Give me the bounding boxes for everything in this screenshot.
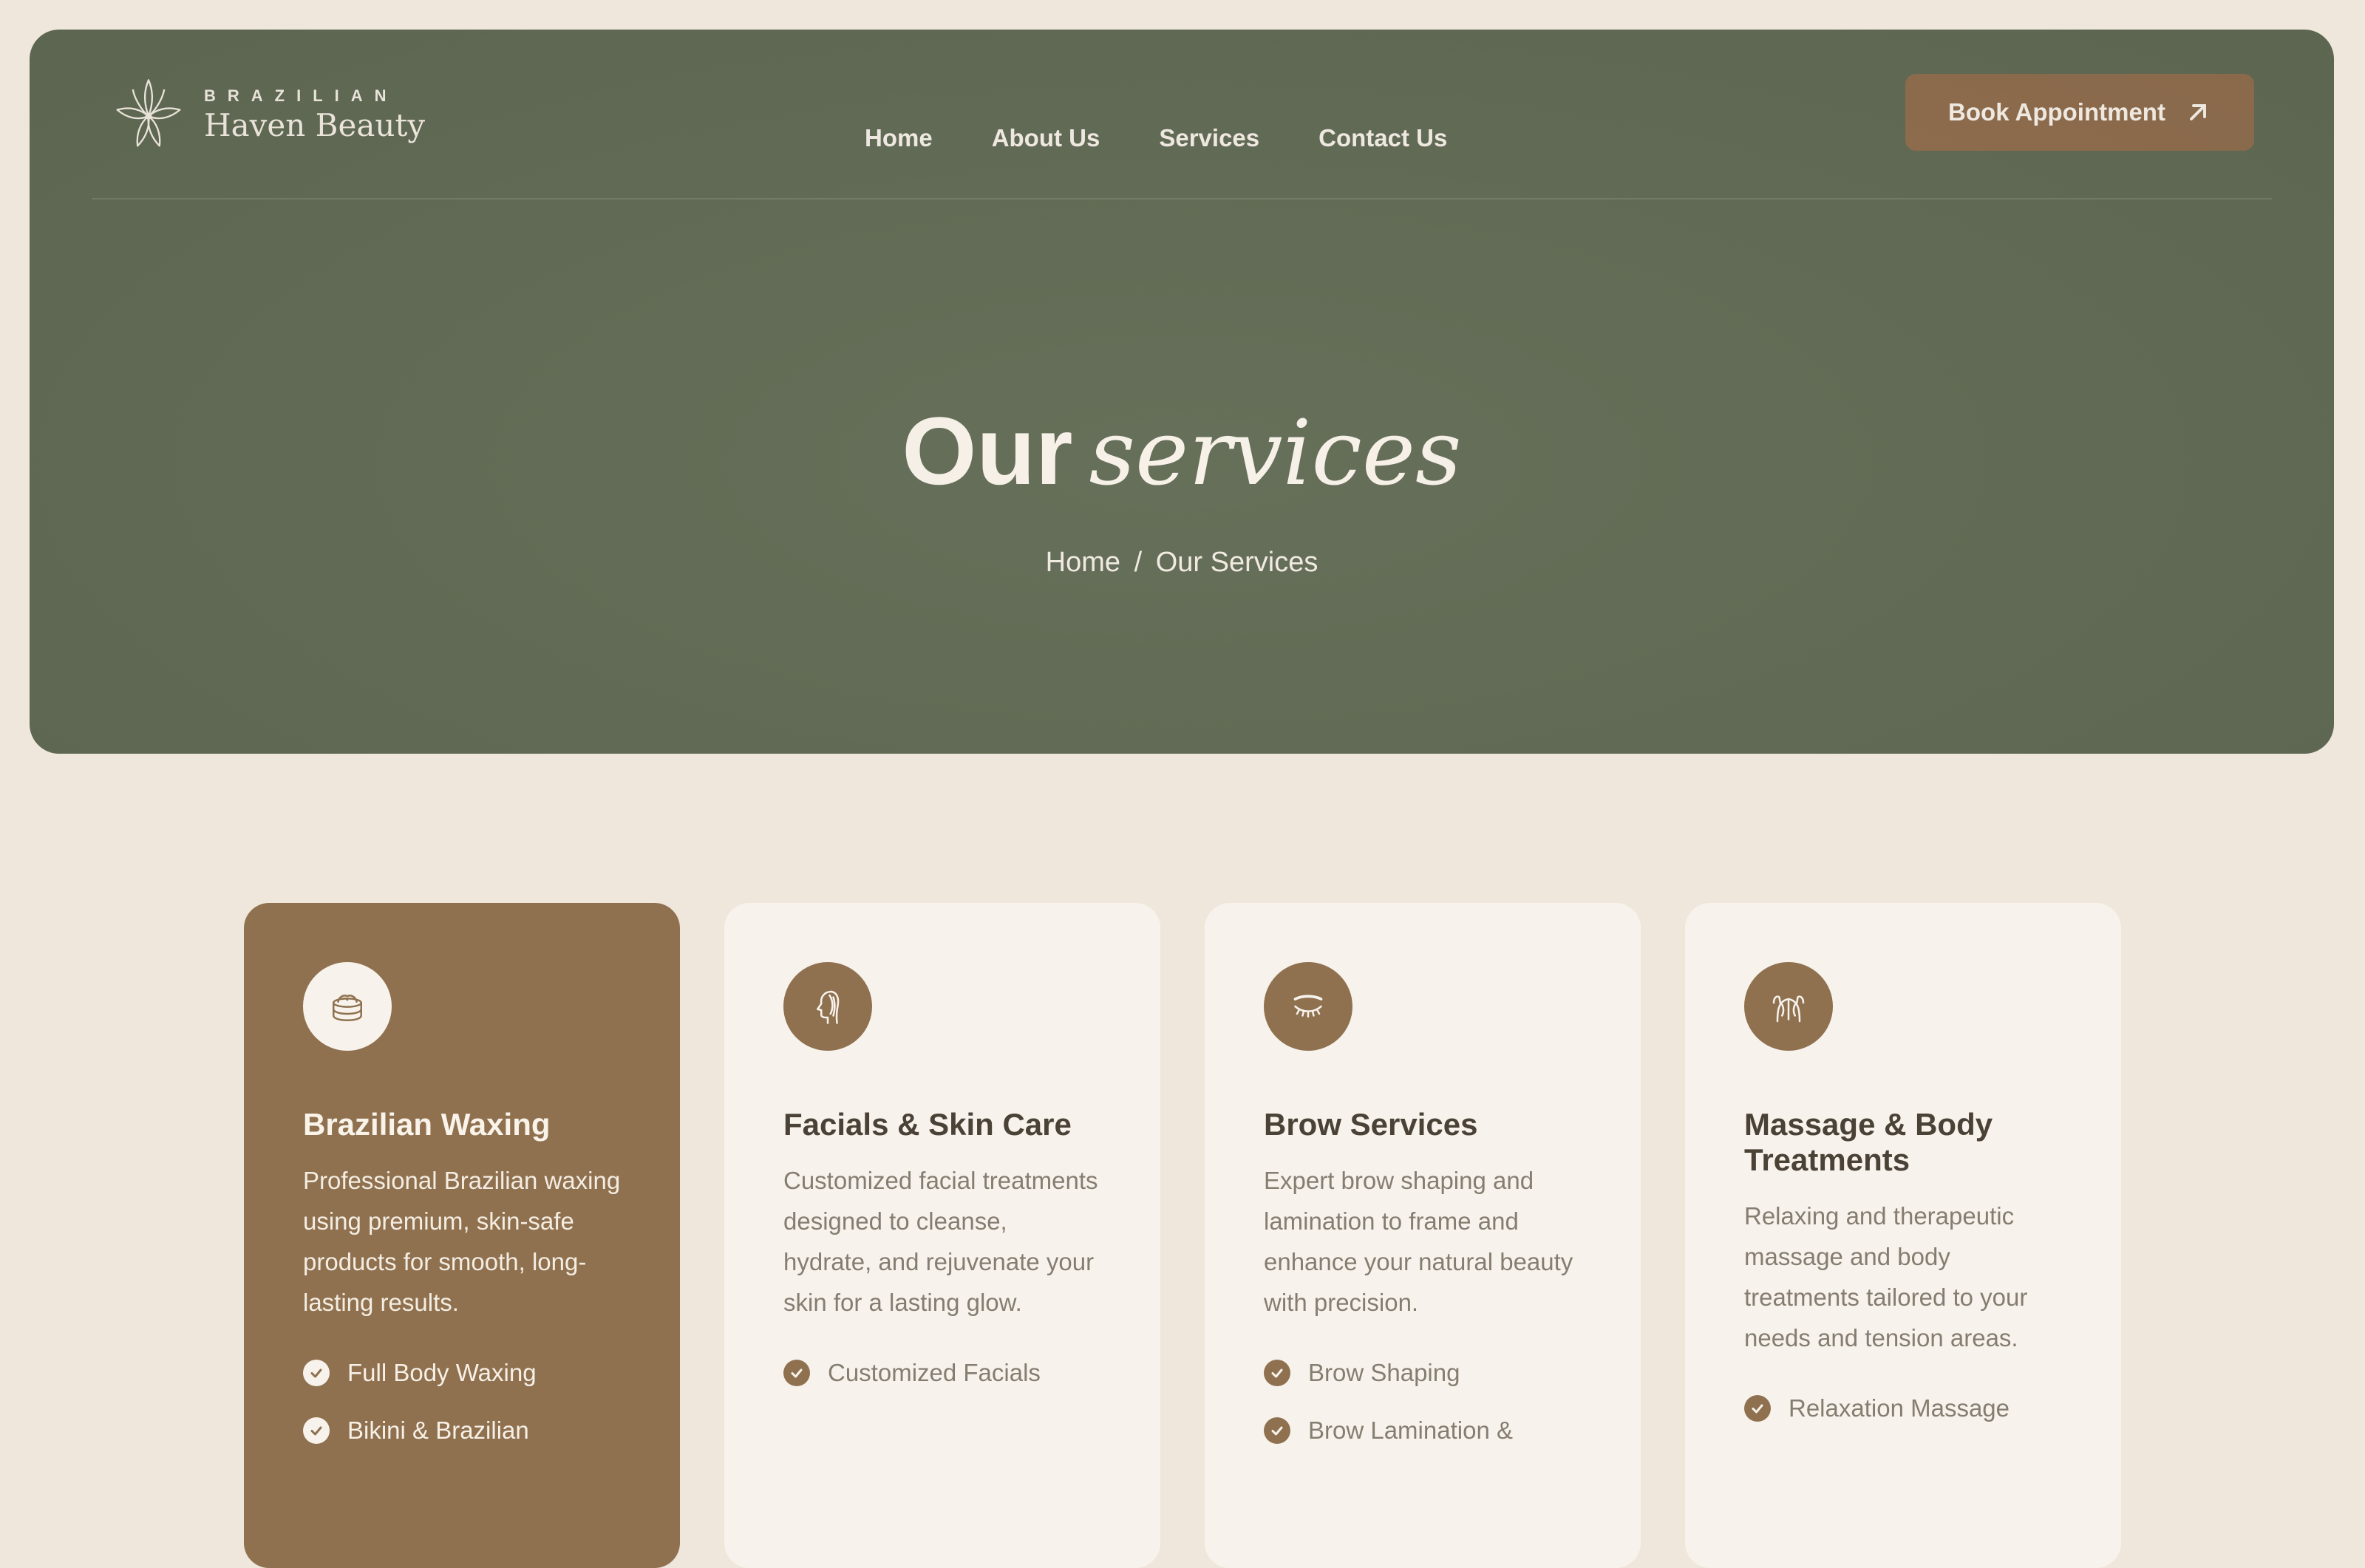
service-features: Customized Facials (783, 1357, 1101, 1389)
service-card-brow-services[interactable]: Brow Services Expert brow shaping and la… (1205, 903, 1641, 1568)
breadcrumb-home[interactable]: Home (1046, 547, 1120, 578)
lily-flower-icon (116, 79, 181, 147)
check-icon (783, 1360, 810, 1386)
list-item-label: Bikini & Brazilian (347, 1417, 529, 1444)
check-icon (1264, 1360, 1290, 1386)
nav-services[interactable]: Services (1159, 124, 1259, 152)
hero-banner: BRAZILIAN Haven Beauty Home About Us Ser… (30, 30, 2334, 754)
brand-tagline: BRAZILIAN (204, 86, 398, 105)
page-title-plain: Our (902, 397, 1073, 505)
services-grid: Brazilian Waxing Professional Brazilian … (244, 903, 2121, 1568)
breadcrumb: Home / Our Services (30, 547, 2334, 579)
list-item-label: Full Body Waxing (347, 1359, 537, 1386)
list-item: Brow Shaping (1264, 1357, 1582, 1389)
service-features: Relaxation Massage (1744, 1392, 2062, 1425)
nav-contact-us[interactable]: Contact Us (1318, 124, 1447, 152)
service-description: Relaxing and therapeutic massage and bod… (1744, 1202, 2028, 1351)
brand-logo[interactable]: BRAZILIAN Haven Beauty (109, 74, 425, 155)
page-title: Our services (30, 399, 2334, 533)
face-profile-icon (817, 990, 840, 1024)
service-title: Facials & Skin Care (783, 1107, 1072, 1142)
check-icon (303, 1360, 330, 1386)
service-card-brazilian-waxing[interactable]: Brazilian Waxing Professional Brazilian … (244, 903, 680, 1568)
list-item: Full Body Waxing (303, 1357, 621, 1389)
service-card-facials-skin-care[interactable]: Facials & Skin Care Customized facial tr… (724, 903, 1160, 1568)
service-card-massage-body[interactable]: Massage & Body Treatments Relaxing and t… (1685, 903, 2121, 1568)
book-appointment-button[interactable]: Book Appointment (1905, 74, 2254, 151)
nav-home[interactable]: Home (865, 124, 933, 152)
service-icon-badge (303, 962, 392, 1051)
service-features: Brow Shaping Brow Lamination & (1264, 1357, 1582, 1447)
breadcrumb-separator: / (1134, 547, 1143, 578)
service-icon-badge (783, 962, 872, 1051)
list-item: Customized Facials (783, 1357, 1101, 1389)
list-item-label: Relaxation Massage (1789, 1394, 2010, 1422)
page-title-italic: services (1089, 400, 1462, 505)
check-icon (1264, 1417, 1290, 1444)
wax-jar-icon (333, 995, 362, 1021)
service-features: Full Body Waxing Bikini & Brazilian (303, 1357, 621, 1447)
list-item: Brow Lamination & (1264, 1414, 1582, 1447)
list-item-label: Brow Lamination & (1308, 1417, 1513, 1444)
service-icon-badge (1744, 962, 1833, 1051)
service-title: Brow Services (1264, 1107, 1478, 1142)
header-divider (92, 198, 2272, 200)
list-item-label: Customized Facials (828, 1359, 1041, 1386)
arrow-up-right-icon (2190, 104, 2206, 120)
service-description: Professional Brazilian waxing using prem… (303, 1167, 621, 1316)
service-title: Massage & Body Treatments (1744, 1107, 1993, 1177)
book-appointment-label: Book Appointment (1948, 98, 2165, 126)
nav-about-us[interactable]: About Us (992, 124, 1100, 152)
list-item: Bikini & Brazilian (303, 1414, 621, 1447)
service-title: Brazilian Waxing (303, 1107, 551, 1142)
check-icon (303, 1417, 330, 1444)
service-description: Expert brow shaping and lamination to fr… (1264, 1167, 1573, 1316)
list-item-label: Brow Shaping (1308, 1359, 1460, 1386)
brand-name: Haven Beauty (204, 107, 426, 143)
service-icon-badge (1264, 962, 1352, 1051)
closed-eye-lashes-icon (1293, 995, 1323, 1018)
list-item: Relaxation Massage (1744, 1392, 2062, 1425)
check-icon (1744, 1395, 1771, 1422)
back-massage-icon (1772, 995, 1805, 1023)
service-description: Customized facial treatments designed to… (783, 1167, 1098, 1316)
main-nav: Home About Us Services Contact Us (865, 124, 1447, 152)
breadcrumb-current: Our Services (1155, 547, 1318, 578)
